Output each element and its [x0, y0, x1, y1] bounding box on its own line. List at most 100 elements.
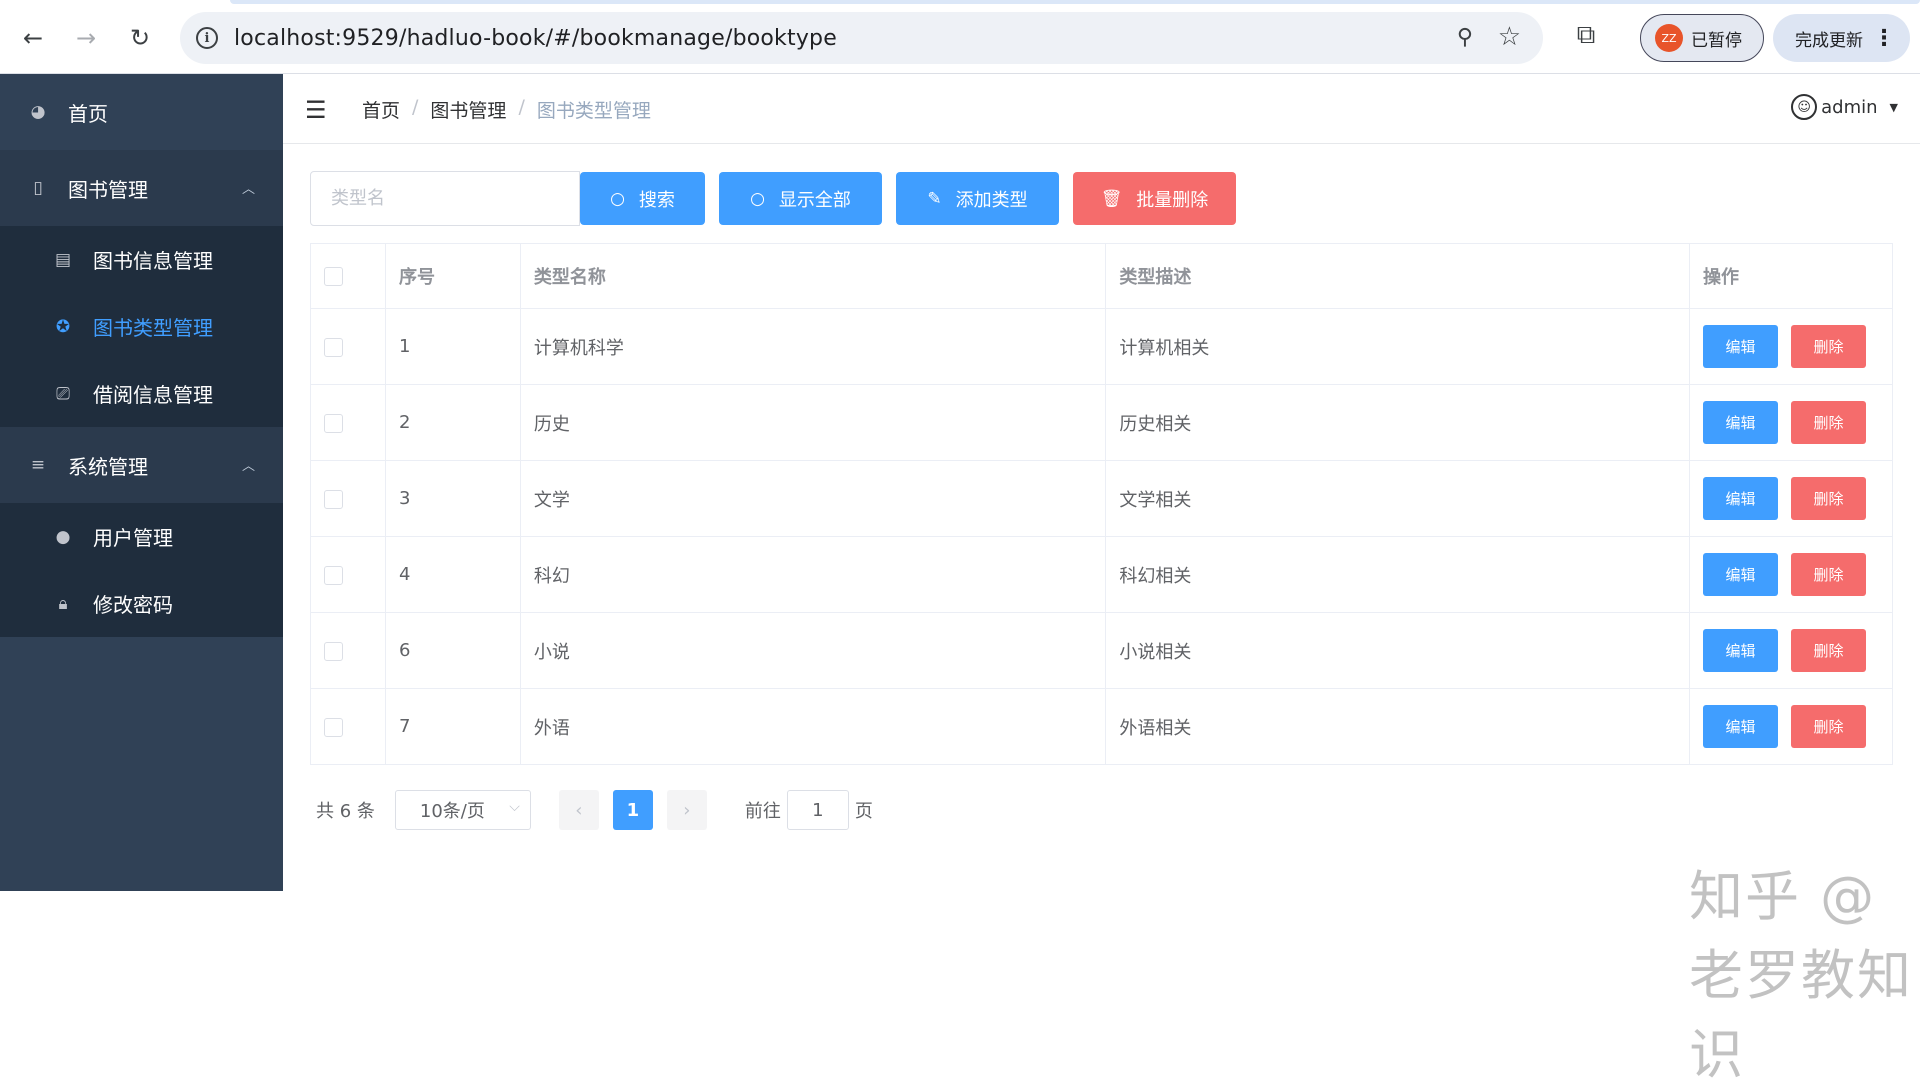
header-no: 序号	[385, 243, 521, 309]
show-all-button[interactable]: ○ 显示全部	[719, 172, 882, 225]
sidebar-item-book-type[interactable]: ✪ 图书类型管理	[0, 293, 283, 360]
breadcrumb-book-manage[interactable]: 图书管理	[430, 96, 506, 123]
add-type-button[interactable]: ✎ 添加类型	[896, 172, 1059, 225]
breadcrumb: 首页 / 图书管理 / 图书类型管理	[362, 96, 651, 123]
delete-button[interactable]: 删除	[1790, 477, 1866, 520]
sidebar-item-user-manage[interactable]: ● 用户管理	[0, 503, 283, 570]
tab-strip	[230, 0, 1920, 4]
breadcrumb-separator: /	[518, 96, 525, 118]
sidebar-group-book[interactable]: ▯ 图书管理 ︿	[0, 150, 283, 226]
page-size-select[interactable]: 10条/页 ⌵	[394, 790, 531, 830]
breadcrumb-home[interactable]: 首页	[362, 96, 400, 123]
delete-button[interactable]: 删除	[1790, 705, 1866, 748]
edit-button[interactable]: 编辑	[1702, 477, 1778, 520]
header-checkbox-cell	[310, 243, 386, 309]
profile-avatar: ZZ	[1655, 24, 1683, 52]
cell-type-name: 科幻	[520, 536, 1107, 613]
breadcrumb-separator: /	[412, 96, 419, 118]
header-type-name: 类型名称	[520, 243, 1107, 309]
user-dropdown[interactable]: ☺ admin ▼	[1791, 94, 1898, 120]
prev-page-button[interactable]: ‹	[558, 790, 599, 830]
cell-actions: 编辑 删除	[1689, 460, 1894, 537]
row-checkbox-cell	[310, 536, 386, 613]
cell-type-desc: 计算机相关	[1105, 308, 1690, 385]
watermark: 知乎 @老罗教知识	[1689, 865, 1913, 1086]
row-checkbox[interactable]	[324, 565, 343, 585]
browser-chrome: ← → ↻ i localhost:9529/hadluo-book/#/boo…	[0, 0, 1920, 74]
page-number-button[interactable]: 1	[612, 790, 653, 830]
row-actions: 编辑 删除	[1702, 553, 1892, 596]
book-icon: ▯	[33, 178, 43, 198]
row-actions: 编辑 删除	[1702, 705, 1892, 748]
submenu-system: ● 用户管理 🔒︎ 修改密码	[0, 503, 283, 637]
row-checkbox[interactable]	[324, 489, 343, 509]
reload-button[interactable]: ↻	[124, 22, 156, 54]
cell-type-name: 计算机科学	[520, 308, 1107, 385]
delete-button[interactable]: 删除	[1790, 401, 1866, 444]
sidebar-item-home[interactable]: ◕ 首页	[0, 74, 283, 150]
pagination-total: 共 6 条	[316, 801, 375, 822]
edit-button[interactable]: 编辑	[1702, 629, 1778, 672]
extensions-icon[interactable]: ⧉	[1568, 20, 1604, 56]
sidebar-item-label: 首页	[68, 101, 108, 126]
delete-button[interactable]: 删除	[1790, 553, 1866, 596]
page-size-value: 10条/页	[419, 801, 485, 822]
chevron-up-icon: ︿	[241, 459, 255, 474]
site-info-icon[interactable]: i	[196, 27, 218, 49]
book-type-table: 序号 类型名称 类型描述 操作 1 计算机科学 计算机相关 编辑 删除 2 历史	[310, 243, 1894, 765]
row-checkbox-cell	[310, 384, 386, 461]
forward-button[interactable]: →	[70, 22, 102, 54]
edit-button[interactable]: 编辑	[1702, 401, 1778, 444]
cell-type-name: 历史	[520, 384, 1107, 461]
select-all-checkbox[interactable]	[324, 267, 343, 286]
delete-button[interactable]: 删除	[1790, 325, 1866, 368]
more-menu-icon[interactable]: ⋮	[1873, 26, 1895, 51]
sidebar-item-label: 修改密码	[93, 593, 173, 617]
profile-button[interactable]: ZZ 已暂停	[1640, 14, 1764, 62]
goto-page-input[interactable]	[786, 790, 849, 830]
row-checkbox[interactable]	[324, 717, 343, 737]
table-row: 3 文学 文学相关 编辑 删除	[310, 460, 1894, 537]
cell-no: 1	[385, 308, 521, 385]
cell-type-name: 文学	[520, 460, 1107, 537]
bookmark-star-icon[interactable]: ☆	[1498, 22, 1521, 52]
zoom-icon[interactable]: ⚲	[1457, 25, 1473, 50]
type-icon: ✪	[55, 316, 71, 337]
row-checkbox[interactable]	[324, 641, 343, 661]
edit-button[interactable]: 编辑	[1702, 705, 1778, 748]
sidebar-group-system[interactable]: ≡ 系统管理 ︿	[0, 427, 283, 503]
update-button[interactable]: 完成更新 ⋮	[1773, 14, 1910, 62]
list-icon: ≡	[30, 455, 46, 475]
search-button[interactable]: ○ 搜索	[580, 172, 705, 225]
main-content: ☰ 首页 / 图书管理 / 图书类型管理 ☺ admin ▼ ○ 搜索 ○ 显示…	[283, 74, 1920, 1086]
row-checkbox-cell	[310, 688, 386, 765]
avatar: ☺	[1791, 94, 1818, 120]
hamburger-icon[interactable]: ☰	[305, 96, 327, 124]
address-bar[interactable]: i localhost:9529/hadluo-book/#/bookmanag…	[180, 12, 1543, 64]
sidebar-item-book-info[interactable]: ▤ 图书信息管理	[0, 226, 283, 293]
back-button[interactable]: ←	[17, 22, 49, 54]
row-checkbox[interactable]	[324, 413, 343, 433]
delete-button[interactable]: 删除	[1790, 629, 1866, 672]
sidebar-item-borrow-info[interactable]: ⎚ 借阅信息管理	[0, 360, 283, 427]
table-row: 6 小说 小说相关 编辑 删除	[310, 612, 1894, 689]
borrow-icon: ⎚	[56, 383, 70, 404]
row-actions: 编辑 删除	[1702, 629, 1892, 672]
edit-button[interactable]: 编辑	[1702, 325, 1778, 368]
row-checkbox[interactable]	[324, 337, 343, 357]
type-name-search-input[interactable]	[310, 171, 580, 226]
table-row: 7 外语 外语相关 编辑 删除	[310, 688, 1894, 765]
edit-button[interactable]: 编辑	[1702, 553, 1778, 596]
batch-delete-button[interactable]: 🗑︎ 批量删除	[1073, 172, 1236, 225]
sidebar-item-change-password[interactable]: 🔒︎ 修改密码	[0, 570, 283, 637]
add-type-button-label: 添加类型	[955, 189, 1028, 211]
row-checkbox-cell	[310, 612, 386, 689]
document-icon: ▤	[54, 249, 72, 270]
url-text[interactable]: localhost:9529/hadluo-book/#/bookmanage/…	[234, 26, 837, 51]
cell-type-desc: 历史相关	[1105, 384, 1690, 461]
cell-type-desc: 小说相关	[1105, 612, 1690, 689]
cell-type-desc: 文学相关	[1105, 460, 1690, 537]
trash-icon: 🗑︎	[1100, 188, 1123, 209]
next-page-button[interactable]: ›	[666, 790, 707, 830]
table-row: 2 历史 历史相关 编辑 删除	[310, 384, 1894, 461]
